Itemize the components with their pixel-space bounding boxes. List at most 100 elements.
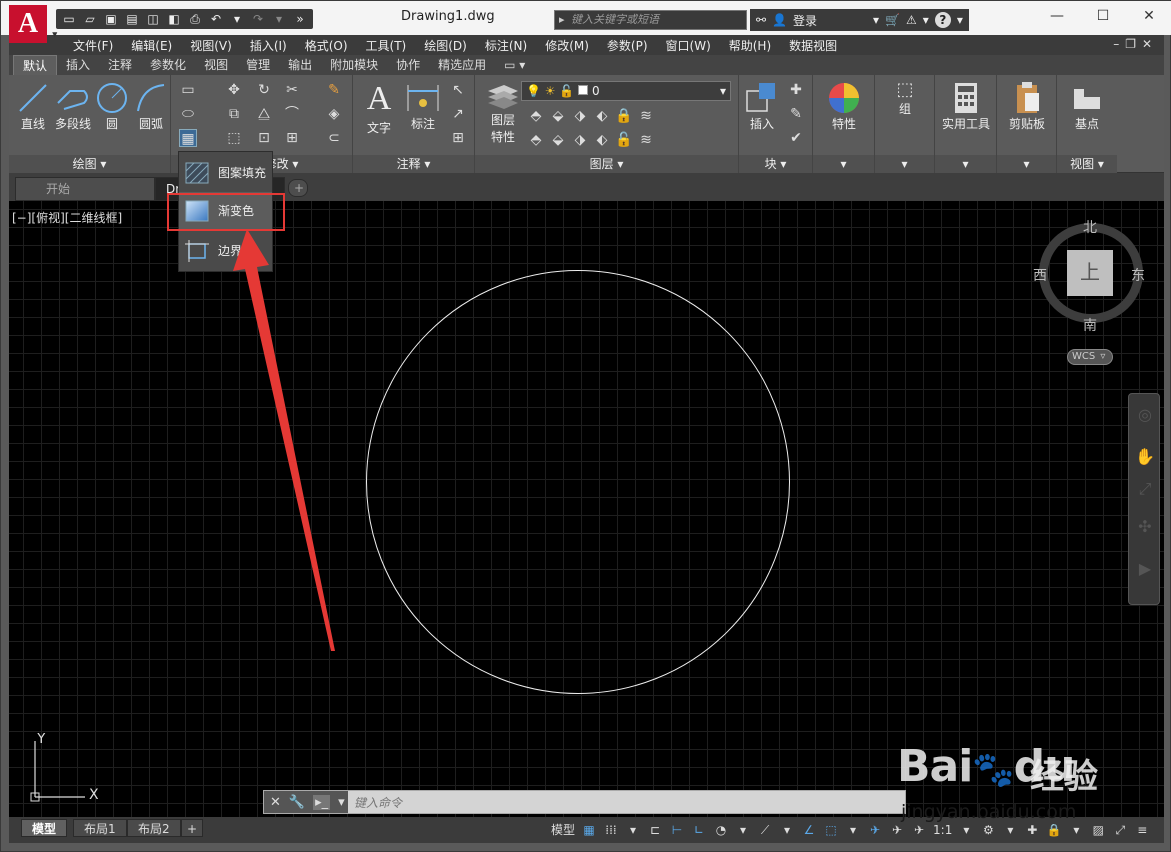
menu-item-hatch[interactable]: 图案填充 (179, 154, 272, 192)
panel-draw-title[interactable]: 绘图 ▾ (9, 155, 170, 173)
snap-icon[interactable]: ⁞⁞⁞ (601, 820, 621, 840)
compass-north[interactable]: 北 (1083, 217, 1097, 237)
maximize-button[interactable]: ☐ (1080, 1, 1126, 31)
zoom-extents-icon[interactable]: ⤢ (1134, 478, 1156, 500)
layer-off-icon[interactable]: ⬖ (593, 107, 611, 125)
web-save-icon[interactable]: ◧ (165, 11, 183, 27)
document-window-controls[interactable]: –❐✕ (1113, 37, 1158, 51)
menu-file[interactable]: 文件(F) (64, 37, 122, 54)
arc-tool[interactable]: 圆弧 (133, 81, 169, 132)
login-button[interactable]: 登录 (793, 12, 817, 29)
application-menu-button[interactable]: A ▾ (9, 5, 57, 43)
save-icon[interactable]: ▣ (102, 11, 120, 27)
menu-insert[interactable]: 插入(I) (241, 37, 296, 54)
tab-featured-apps[interactable]: 精选应用 (429, 55, 495, 75)
user-icon[interactable]: 👤 (772, 13, 787, 27)
edit-attributes-icon[interactable]: ✔ (787, 129, 805, 147)
layer-walk-icon[interactable]: ≋ (637, 131, 655, 149)
stretch-icon[interactable]: ⬚ (225, 129, 243, 147)
panel-groups-expand[interactable]: ▾ (875, 155, 934, 173)
menu-format[interactable]: 格式(O) (296, 37, 357, 54)
orbit-icon[interactable]: ✣ (1134, 516, 1156, 538)
new-file-icon[interactable]: ▭ (60, 11, 78, 27)
rotate-icon[interactable]: ↻ (255, 81, 273, 99)
help-dropdown-icon[interactable]: ▾ (957, 13, 963, 27)
cart-icon[interactable]: 🛒 (885, 13, 900, 27)
menu-window[interactable]: 窗口(W) (657, 37, 720, 54)
layer-unlock-icon[interactable]: 🔓 (615, 131, 633, 149)
layer-unisolate-icon[interactable]: ⬙ (549, 131, 567, 149)
compass-west[interactable]: 西 (1033, 265, 1047, 285)
move-icon[interactable]: ✥ (225, 81, 243, 99)
menu-help[interactable]: 帮助(H) (720, 37, 780, 54)
grid-icon[interactable]: ▦ (579, 820, 599, 840)
help-icon[interactable]: ? (934, 12, 951, 28)
line-tool[interactable]: 直线 (15, 81, 51, 132)
open-folder-icon[interactable]: ▱ (81, 11, 99, 27)
pan-hand-icon[interactable]: ✋ (1134, 446, 1156, 468)
snap-dropdown-icon[interactable]: ▾ (623, 820, 643, 840)
tab-collaborate[interactable]: 协作 (387, 55, 429, 75)
layout-tab-model[interactable]: 模型 (21, 819, 68, 837)
save-as-icon[interactable]: ▤ (123, 11, 141, 27)
clipboard-tool[interactable]: 剪贴板 (999, 81, 1055, 132)
panel-utilities-expand[interactable]: ▾ (935, 155, 996, 173)
viewcube-top-face[interactable]: 上 (1067, 250, 1113, 296)
base-view-tool[interactable]: 基点 (1063, 81, 1111, 132)
copy-icon[interactable]: ⧉ (225, 105, 243, 123)
object-snap-tracking-icon[interactable]: ∠ (799, 820, 819, 840)
layer-on-icon[interactable]: ⬖ (593, 131, 611, 149)
panel-clipboard-expand[interactable]: ▾ (997, 155, 1056, 173)
exchange-dropdown-icon[interactable]: ▾ (923, 13, 929, 27)
trim-icon[interactable]: ✂ (283, 81, 301, 99)
panel-properties-expand[interactable]: ▾ (813, 155, 874, 173)
undo-dropdown-icon[interactable]: ▾ (228, 11, 246, 27)
erase-icon[interactable]: ✎ (325, 81, 343, 99)
menu-parametric[interactable]: 参数(P) (598, 37, 657, 54)
polar-dropdown-icon[interactable]: ▾ (733, 820, 753, 840)
minimize-button[interactable]: — (1034, 1, 1080, 31)
wcs-menu[interactable]: WCS ▿ (1067, 349, 1113, 365)
undo-icon[interactable]: ↶ (207, 11, 225, 27)
login-dropdown-icon[interactable]: ▾ (873, 13, 879, 27)
object-snap-icon[interactable]: ⬚ (821, 820, 841, 840)
model-space-toggle[interactable]: 模型 (549, 820, 577, 840)
compass-east[interactable]: 东 (1131, 265, 1145, 285)
dynamic-input-icon[interactable]: ⊢ (667, 820, 687, 840)
menu-edit[interactable]: 编辑(E) (122, 37, 181, 54)
mirror-icon[interactable]: ⧋ (255, 105, 273, 123)
polar-icon[interactable]: ◔ (711, 820, 731, 840)
layer-current-icon[interactable]: ⬘ (527, 131, 545, 149)
scale-icon[interactable]: ⊡ (255, 129, 273, 147)
tab-start[interactable]: 开始 (15, 177, 155, 201)
group-tool[interactable]: ⬚ 组 (883, 79, 927, 117)
fillet-icon[interactable]: ⌒ (283, 105, 301, 123)
command-input[interactable]: 键入命令 (354, 794, 402, 811)
ribbon-options-icon[interactable]: ▭ ▾ (495, 55, 534, 75)
menu-item-boundary[interactable]: 边界 (179, 232, 272, 270)
object-snap-dropdown-icon[interactable]: ▾ (843, 820, 863, 840)
search-input[interactable]: ▸ 键入关键字或短语 (554, 10, 747, 30)
panel-annotation-title[interactable]: 注释 ▾ (353, 155, 474, 173)
layer-thaw-icon[interactable]: ⬗ (571, 131, 589, 149)
new-tab-button[interactable]: + (288, 179, 308, 197)
table-icon[interactable]: ⊞ (449, 129, 467, 147)
isodraft-icon[interactable]: ⟋ (755, 820, 775, 840)
drawn-circle[interactable] (366, 270, 790, 694)
tab-annotate[interactable]: 注释 (99, 55, 141, 75)
layer-lock-icon[interactable]: 🔒 (615, 107, 633, 125)
customize-menu-icon[interactable]: ≡ (1132, 820, 1152, 840)
layout-tab-layout1[interactable]: 布局1 (73, 819, 127, 837)
panel-block-title[interactable]: 块 ▾ (739, 155, 812, 173)
array-icon[interactable]: ⊞ (283, 129, 301, 147)
menu-dimension[interactable]: 标注(N) (476, 37, 536, 54)
tab-output[interactable]: 输出 (279, 55, 321, 75)
layer-properties-tool[interactable]: 图层 特性 (483, 81, 523, 145)
exchange-icon[interactable]: ⚠ (906, 13, 917, 27)
layer-previous-icon[interactable]: ≋ (637, 107, 655, 125)
utilities-tool[interactable]: 实用工具 (937, 81, 995, 132)
layout-tab-add[interactable]: + (181, 819, 204, 837)
command-prompt-icon[interactable]: ▸_ (313, 794, 331, 810)
insert-block-tool[interactable]: 插入 (741, 81, 783, 132)
layer-match-icon[interactable]: ⬘ (527, 107, 545, 125)
